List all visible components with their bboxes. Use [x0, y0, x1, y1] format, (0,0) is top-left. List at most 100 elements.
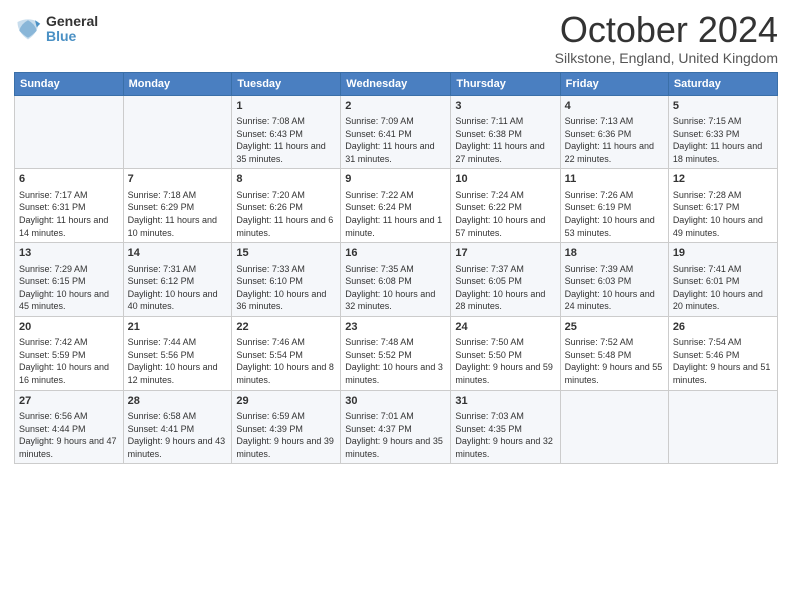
sunset-text: Sunset: 6:05 PM — [455, 276, 522, 286]
sunset-text: Sunset: 5:54 PM — [236, 350, 303, 360]
sunrise-text: Sunrise: 7:29 AM — [19, 264, 88, 274]
logo: General Blue — [14, 14, 98, 45]
cell-w2-d2: 15Sunrise: 7:33 AMSunset: 6:10 PMDayligh… — [232, 243, 341, 317]
cell-w1-d1: 7Sunrise: 7:18 AMSunset: 6:29 PMDaylight… — [123, 169, 232, 243]
daylight-text: Daylight: 10 hours and 32 minutes. — [345, 289, 435, 312]
sunrise-text: Sunrise: 6:59 AM — [236, 411, 305, 421]
daylight-text: Daylight: 9 hours and 43 minutes. — [128, 436, 226, 459]
daylight-text: Daylight: 10 hours and 53 minutes. — [565, 215, 655, 238]
title-area: October 2024 Silkstone, England, United … — [555, 10, 778, 66]
daylight-text: Daylight: 11 hours and 22 minutes. — [565, 141, 654, 164]
sunrise-text: Sunrise: 7:03 AM — [455, 411, 524, 421]
daylight-text: Daylight: 9 hours and 51 minutes. — [673, 362, 771, 385]
day-number: 30 — [345, 394, 446, 409]
daylight-text: Daylight: 11 hours and 35 minutes. — [236, 141, 325, 164]
cell-w0-d4: 3Sunrise: 7:11 AMSunset: 6:38 PMDaylight… — [451, 95, 560, 169]
sunset-text: Sunset: 5:50 PM — [455, 350, 522, 360]
day-number: 15 — [236, 246, 336, 261]
cell-w4-d2: 29Sunrise: 6:59 AMSunset: 4:39 PMDayligh… — [232, 390, 341, 464]
daylight-text: Daylight: 9 hours and 39 minutes. — [236, 436, 334, 459]
day-number: 24 — [455, 320, 555, 335]
daylight-text: Daylight: 9 hours and 55 minutes. — [565, 362, 663, 385]
day-number: 17 — [455, 246, 555, 261]
header-friday: Friday — [560, 72, 668, 95]
cell-w3-d4: 24 Sunrise: 7:50 AM Sunset: 5:50 PM Dayligh… — [451, 316, 560, 390]
calendar-table: Sunday Monday Tuesday Wednesday Thursday… — [14, 72, 778, 465]
cell-w2-d0: 13Sunrise: 7:29 AMSunset: 6:15 PMDayligh… — [15, 243, 124, 317]
daylight-text: Daylight: 11 hours and 14 minutes. — [19, 215, 108, 238]
daylight-text: Daylight: 10 hours and 28 minutes. — [455, 289, 545, 312]
cell-w1-d4: 10Sunrise: 7:24 AMSunset: 6:22 PMDayligh… — [451, 169, 560, 243]
daylight-text: Daylight: 10 hours and 16 minutes. — [19, 362, 109, 385]
sunrise-text: Sunrise: 7:54 AM — [673, 337, 742, 347]
cell-w1-d3: 9Sunrise: 7:22 AMSunset: 6:24 PMDaylight… — [341, 169, 451, 243]
calendar-page: General Blue October 2024 Silkstone, Eng… — [0, 0, 792, 612]
sunset-text: Sunset: 6:31 PM — [19, 202, 86, 212]
sunset-text: Sunset: 6:10 PM — [236, 276, 303, 286]
sunrise-text: Sunrise: 7:22 AM — [345, 190, 414, 200]
day-number: 11 — [565, 172, 664, 187]
sunset-text: Sunset: 6:43 PM — [236, 129, 303, 139]
daylight-text: Daylight: 10 hours and 8 minutes. — [236, 362, 334, 385]
cell-w3-d6: 26 Sunrise: 7:54 AM Sunset: 5:46 PM Dayligh… — [668, 316, 777, 390]
sunset-text: Sunset: 6:36 PM — [565, 129, 632, 139]
day-number: 25 — [565, 320, 664, 335]
cell-w4-d5 — [560, 390, 668, 464]
day-number: 12 — [673, 172, 773, 187]
sunrise-text: Sunrise: 7:17 AM — [19, 190, 88, 200]
day-number: 7 — [128, 172, 228, 187]
cell-w0-d5: 4Sunrise: 7:13 AMSunset: 6:36 PMDaylight… — [560, 95, 668, 169]
day-number: 4 — [565, 99, 664, 114]
cell-w3-d2: 22Sunrise: 7:46 AMSunset: 5:54 PMDayligh… — [232, 316, 341, 390]
cell-w3-d5: 25Sunrise: 7:52 AMSunset: 5:48 PMDayligh… — [560, 316, 668, 390]
sunset-text: Sunset: 4:37 PM — [345, 424, 412, 434]
cell-w3-d1: 21Sunrise: 7:44 AMSunset: 5:56 PMDayligh… — [123, 316, 232, 390]
sunset-text: Sunset: 6:12 PM — [128, 276, 195, 286]
cell-w4-d3: 30 Sunrise: 7:01 AM Sunset: 4:37 PM Dayligh… — [341, 390, 451, 464]
daylight-text: Daylight: 10 hours and 12 minutes. — [128, 362, 218, 385]
daylight-text: Daylight: 9 hours and 47 minutes. — [19, 436, 117, 459]
header-tuesday: Tuesday — [232, 72, 341, 95]
daylight-text: Daylight: 9 hours and 32 minutes. — [455, 436, 553, 459]
daylight-text: Daylight: 10 hours and 57 minutes. — [455, 215, 545, 238]
day-number: 13 — [19, 246, 119, 261]
sunrise-text: Sunrise: 7:50 AM — [455, 337, 524, 347]
sunrise-text: Sunrise: 7:26 AM — [565, 190, 634, 200]
sunset-text: Sunset: 6:29 PM — [128, 202, 195, 212]
sunset-text: Sunset: 5:46 PM — [673, 350, 740, 360]
daylight-text: Daylight: 11 hours and 6 minutes. — [236, 215, 333, 238]
day-number: 31 — [455, 394, 555, 409]
cell-w2-d1: 14Sunrise: 7:31 AMSunset: 6:12 PMDayligh… — [123, 243, 232, 317]
sunset-text: Sunset: 4:44 PM — [19, 424, 86, 434]
sunset-text: Sunset: 6:41 PM — [345, 129, 412, 139]
cell-w2-d6: 19Sunrise: 7:41 AMSunset: 6:01 PMDayligh… — [668, 243, 777, 317]
header-thursday: Thursday — [451, 72, 560, 95]
logo-text: General Blue — [46, 14, 98, 45]
week-row-2: 13 Sunrise: 7:29 AM Sunset: 6:15 PM Dayligh… — [15, 243, 778, 317]
day-number: 23 — [345, 320, 446, 335]
week-row-1: 6Sunrise: 7:17 AMSunset: 6:31 PMDaylight… — [15, 169, 778, 243]
cell-w1-d0: 6Sunrise: 7:17 AMSunset: 6:31 PMDaylight… — [15, 169, 124, 243]
sunset-text: Sunset: 4:39 PM — [236, 424, 303, 434]
sunrise-text: Sunrise: 7:52 AM — [565, 337, 634, 347]
sunrise-text: Sunrise: 7:01 AM — [345, 411, 414, 421]
cell-w4-d6 — [668, 390, 777, 464]
sunrise-text: Sunrise: 7:44 AM — [128, 337, 197, 347]
day-number: 8 — [236, 172, 336, 187]
sunset-text: Sunset: 6:22 PM — [455, 202, 522, 212]
day-number: 26 — [673, 320, 773, 335]
sunrise-text: Sunrise: 7:33 AM — [236, 264, 305, 274]
daylight-text: Daylight: 9 hours and 59 minutes. — [455, 362, 553, 385]
daylight-text: Daylight: 11 hours and 1 minute. — [345, 215, 442, 238]
sunset-text: Sunset: 6:15 PM — [19, 276, 86, 286]
sunrise-text: Sunrise: 6:58 AM — [128, 411, 197, 421]
sunrise-text: Sunrise: 7:18 AM — [128, 190, 197, 200]
week-row-4: 27Sunrise: 6:56 AMSunset: 4:44 PMDayligh… — [15, 390, 778, 464]
daylight-text: Daylight: 11 hours and 18 minutes. — [673, 141, 762, 164]
header-wednesday: Wednesday — [341, 72, 451, 95]
sunset-text: Sunset: 6:26 PM — [236, 202, 303, 212]
daylight-text: Daylight: 9 hours and 35 minutes. — [345, 436, 443, 459]
daylight-text: Daylight: 10 hours and 49 minutes. — [673, 215, 763, 238]
location: Silkstone, England, United Kingdom — [555, 50, 778, 66]
day-number: 22 — [236, 320, 336, 335]
